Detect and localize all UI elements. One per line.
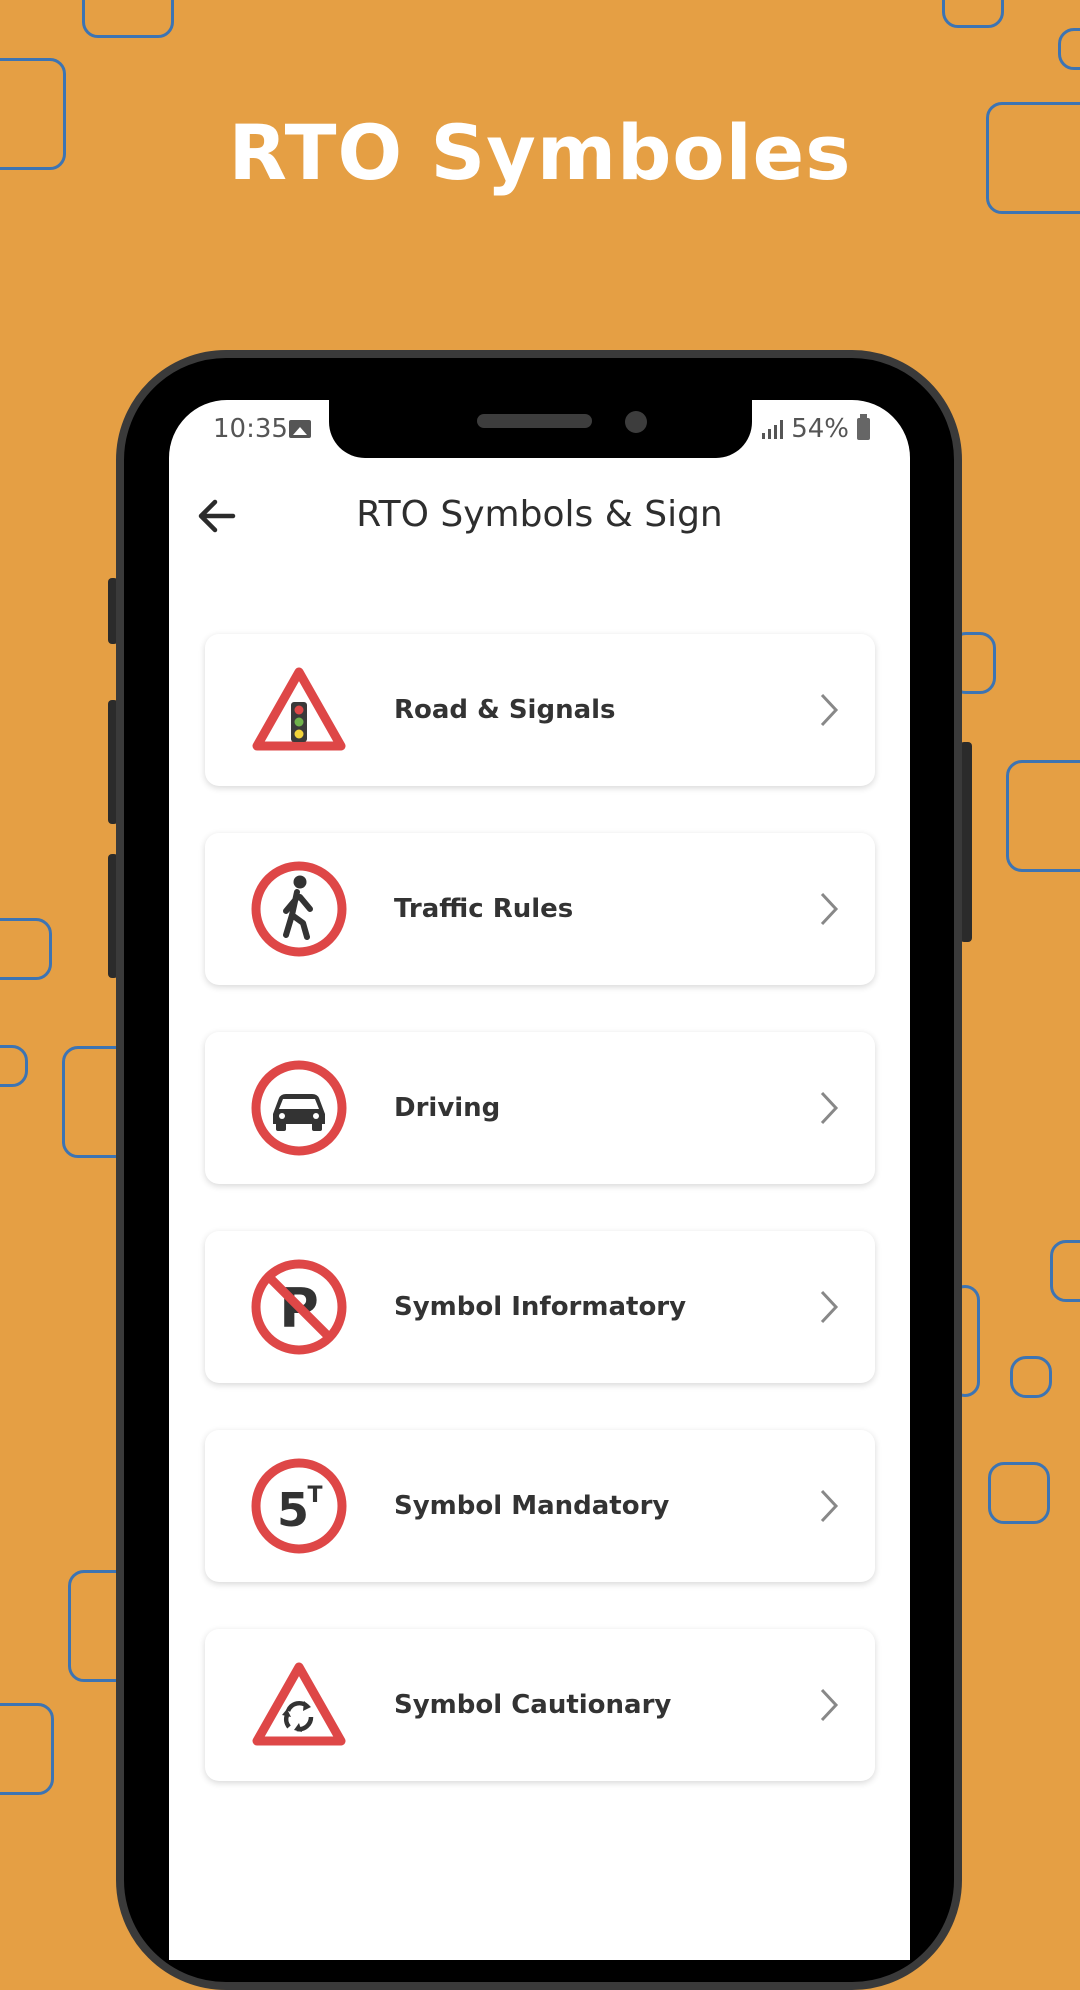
- promo-headline: RTO Symboles: [228, 108, 852, 197]
- decorative-square: [0, 1703, 54, 1795]
- weight-value: 5: [277, 1483, 309, 1537]
- speaker-grille: [477, 414, 592, 428]
- chevron-right-icon: [820, 693, 839, 727]
- menu-item-label: Symbol Mandatory: [394, 1491, 670, 1521]
- menu-item-symbol-informatory[interactable]: P Symbol Informatory: [205, 1231, 875, 1383]
- page-title: RTO Symbols & Sign: [356, 494, 723, 535]
- status-time: 10:35: [213, 414, 288, 444]
- menu-item-symbol-cautionary[interactable]: Symbol Cautionary: [205, 1629, 875, 1781]
- car-sign-icon: [251, 1060, 347, 1156]
- decorative-square: [1010, 1356, 1052, 1398]
- decorative-square: [0, 918, 52, 980]
- chevron-right-icon: [820, 1290, 839, 1324]
- battery-icon: [857, 414, 870, 440]
- menu-item-label: Symbol Cautionary: [394, 1690, 672, 1720]
- phone-notch: [329, 400, 752, 458]
- front-camera: [625, 411, 647, 433]
- menu-item-label: Driving: [394, 1093, 501, 1123]
- chevron-right-icon: [820, 1091, 839, 1125]
- chevron-right-icon: [820, 1489, 839, 1523]
- decorative-square: [0, 1045, 28, 1087]
- menu-item-label: Road & Signals: [394, 695, 616, 725]
- pedestrian-sign-icon: [251, 861, 347, 957]
- gallery-notification-icon: [289, 420, 311, 438]
- signal-icon: [762, 419, 784, 439]
- decorative-square: [1050, 1240, 1080, 1302]
- status-indicators: 54%: [762, 414, 870, 444]
- decorative-square: [1006, 760, 1080, 872]
- decorative-square: [942, 0, 1004, 28]
- menu-item-traffic-rules[interactable]: Traffic Rules: [205, 833, 875, 985]
- menu-item-label: Symbol Informatory: [394, 1292, 687, 1322]
- battery-percentage: 54%: [791, 414, 849, 444]
- decorative-square: [1058, 28, 1080, 70]
- decorative-square: [988, 1462, 1050, 1524]
- menu-item-road-signals[interactable]: Road & Signals: [205, 634, 875, 786]
- chevron-right-icon: [820, 1688, 839, 1722]
- traffic-light-warning-icon: [252, 667, 346, 751]
- decorative-square: [82, 0, 174, 38]
- phone-screen: 10:35 54% RTO Symbols & Sign Road & Sign…: [169, 400, 910, 1960]
- menu-item-label: Traffic Rules: [394, 894, 574, 924]
- menu-item-symbol-mandatory[interactable]: 5 T Symbol Mandatory: [205, 1430, 875, 1582]
- no-parking-icon: P: [251, 1259, 347, 1355]
- menu-item-driving[interactable]: Driving: [205, 1032, 875, 1184]
- roundabout-warning-icon: [252, 1662, 346, 1746]
- chevron-right-icon: [820, 892, 839, 926]
- weight-unit: T: [307, 1483, 322, 1508]
- weight-limit-5t-icon: 5 T: [251, 1458, 347, 1554]
